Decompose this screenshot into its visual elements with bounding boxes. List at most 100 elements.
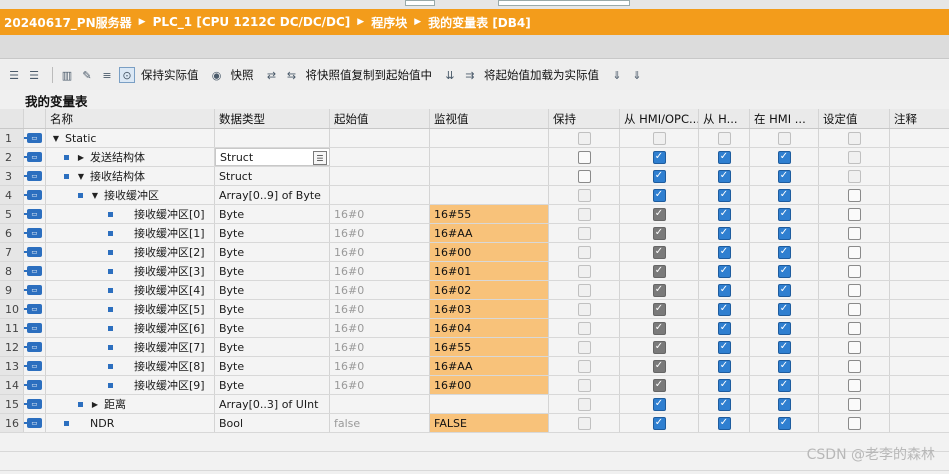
comment-cell[interactable] — [890, 300, 949, 318]
hmi-from-checkbox[interactable]: ✓ — [717, 226, 731, 240]
comment-cell[interactable] — [890, 338, 949, 356]
add-row-icon[interactable]: ☰ — [26, 67, 42, 83]
hmi-in-checkbox[interactable]: ✓ — [777, 302, 791, 316]
name-cell[interactable]: ▼ Static — [46, 129, 215, 147]
hmi-opc-checkbox[interactable]: ✓ — [652, 264, 666, 278]
datatype-cell[interactable]: Array[0..9] of Byte — [215, 186, 330, 204]
name-cell[interactable]: 接收缓冲区[6] — [46, 319, 215, 337]
comment-cell[interactable] — [890, 186, 949, 204]
setpoint-checkbox[interactable] — [847, 131, 861, 145]
table-row[interactable]: 4 ▭ ▼ 接收缓冲区 Array[0..9] of Byte ✓ ✓ ✓ — [0, 186, 949, 205]
hmi-in-checkbox[interactable]: ✓ — [777, 359, 791, 373]
name-cell[interactable]: 接收缓冲区[1] — [46, 224, 215, 242]
retain-checkbox[interactable] — [577, 340, 591, 354]
datatype-cell[interactable]: Byte — [215, 300, 330, 318]
datatype-cell[interactable]: Bool — [215, 414, 330, 432]
setpoint-checkbox[interactable] — [847, 378, 861, 392]
retain-checkbox[interactable] — [577, 321, 591, 335]
name-cell[interactable]: ▼ 接收结构体 — [46, 167, 215, 185]
table-row[interactable]: 14 ▭ 接收缓冲区[9] Byte 16#0 16#00 ✓ ✓ ✓ — [0, 376, 949, 395]
header-comment[interactable]: 注释 — [890, 109, 949, 128]
hmi-in-checkbox[interactable]: ✓ — [777, 245, 791, 259]
copy-alt-icon[interactable]: ⇆ — [284, 67, 300, 83]
header-monitor-value[interactable]: 监视值 — [430, 109, 549, 128]
setpoint-checkbox[interactable] — [847, 283, 861, 297]
struct-browse-icon[interactable]: ☰ — [313, 151, 327, 165]
retain-checkbox[interactable] — [577, 302, 591, 316]
hmi-from-checkbox[interactable] — [717, 131, 731, 145]
search-input[interactable] — [498, 0, 630, 6]
hmi-opc-checkbox[interactable]: ✓ — [652, 226, 666, 240]
insert-row-icon[interactable]: ☰ — [6, 67, 22, 83]
header-setpoint[interactable]: 设定值 — [819, 109, 890, 128]
name-cell[interactable]: 接收缓冲区[7] — [46, 338, 215, 356]
hmi-from-checkbox[interactable]: ✓ — [717, 321, 731, 335]
datatype-cell[interactable]: Array[0..3] of UInt — [215, 395, 330, 413]
hmi-from-checkbox[interactable]: ✓ — [717, 169, 731, 183]
setpoint-checkbox[interactable] — [847, 150, 861, 164]
comment-cell[interactable] — [890, 414, 949, 432]
setpoint-checkbox[interactable] — [847, 226, 861, 240]
list-icon[interactable]: ≡ — [99, 67, 115, 83]
table-row[interactable]: 10 ▭ 接收缓冲区[5] Byte 16#0 16#03 ✓ ✓ ✓ — [0, 300, 949, 319]
retain-checkbox[interactable] — [577, 150, 591, 164]
start-value-cell[interactable]: 16#0 — [330, 357, 430, 375]
datatype-cell[interactable]: Struct — [215, 167, 330, 185]
start-value-cell[interactable]: 16#0 — [330, 224, 430, 242]
table-row[interactable]: 6 ▭ 接收缓冲区[1] Byte 16#0 16#AA ✓ ✓ ✓ — [0, 224, 949, 243]
retain-checkbox[interactable] — [577, 359, 591, 373]
table-row[interactable]: 13 ▭ 接收缓冲区[8] Byte 16#0 16#AA ✓ ✓ ✓ — [0, 357, 949, 376]
name-cell[interactable]: 接收缓冲区[2] — [46, 243, 215, 261]
hmi-in-checkbox[interactable]: ✓ — [777, 283, 791, 297]
retain-checkbox[interactable] — [577, 378, 591, 392]
start-value-cell[interactable]: 16#0 — [330, 376, 430, 394]
name-cell[interactable]: 接收缓冲区[3] — [46, 262, 215, 280]
hmi-in-checkbox[interactable]: ✓ — [777, 397, 791, 411]
table-row[interactable]: 1 ▭ ▼ Static — [0, 129, 949, 148]
setpoint-checkbox[interactable] — [847, 340, 861, 354]
datatype-cell[interactable]: Byte — [215, 319, 330, 337]
start-value-cell[interactable]: 16#0 — [330, 262, 430, 280]
start-value-cell[interactable]: false — [330, 414, 430, 432]
load-icon[interactable]: ⇊ — [442, 67, 458, 83]
hmi-opc-checkbox[interactable]: ✓ — [652, 150, 666, 164]
hmi-opc-checkbox[interactable]: ✓ — [652, 397, 666, 411]
snapshot-button[interactable]: 快照 — [231, 67, 254, 83]
datatype-cell[interactable]: Byte — [215, 338, 330, 356]
hmi-from-checkbox[interactable]: ✓ — [717, 378, 731, 392]
comment-cell[interactable] — [890, 205, 949, 223]
comment-cell[interactable] — [890, 376, 949, 394]
retain-checkbox[interactable] — [577, 188, 591, 202]
hmi-opc-checkbox[interactable]: ✓ — [652, 283, 666, 297]
retain-checkbox[interactable] — [577, 207, 591, 221]
hmi-from-checkbox[interactable]: ✓ — [717, 245, 731, 259]
retain-checkbox[interactable] — [577, 283, 591, 297]
comment-cell[interactable] — [890, 357, 949, 375]
comment-cell[interactable] — [890, 129, 949, 147]
hmi-from-checkbox[interactable]: ✓ — [717, 302, 731, 316]
start-value-cell[interactable] — [330, 129, 430, 147]
load-start-button[interactable]: 将起始值加载为实际值 — [484, 67, 599, 83]
hmi-in-checkbox[interactable]: ✓ — [777, 264, 791, 278]
datatype-cell[interactable]: Byte — [215, 262, 330, 280]
header-hmi-from[interactable]: 从 H... — [699, 109, 750, 128]
table-row[interactable]: 9 ▭ 接收缓冲区[4] Byte 16#0 16#02 ✓ ✓ ✓ — [0, 281, 949, 300]
hmi-in-checkbox[interactable]: ✓ — [777, 188, 791, 202]
hmi-opc-checkbox[interactable]: ✓ — [652, 302, 666, 316]
hmi-opc-checkbox[interactable]: ✓ — [652, 245, 666, 259]
retain-icon[interactable]: ▥ — [59, 67, 75, 83]
retain-checkbox[interactable] — [577, 264, 591, 278]
name-cell[interactable]: 接收缓冲区[9] — [46, 376, 215, 394]
hmi-opc-checkbox[interactable]: ✓ — [652, 378, 666, 392]
table-row[interactable]: 11 ▭ 接收缓冲区[6] Byte 16#0 16#04 ✓ ✓ ✓ — [0, 319, 949, 338]
name-cell[interactable]: 接收缓冲区[0] — [46, 205, 215, 223]
download-icon[interactable]: ⇓ — [609, 67, 625, 83]
datatype-cell[interactable]: Struct ☰ — [215, 148, 330, 166]
setpoint-checkbox[interactable] — [847, 264, 861, 278]
header-datatype[interactable]: 数据类型 — [215, 109, 330, 128]
table-row[interactable]: 2 ▭ ▶ 发送结构体 Struct ☰ ✓ ✓ ✓ — [0, 148, 949, 167]
comment-cell[interactable] — [890, 167, 949, 185]
setpoint-checkbox[interactable] — [847, 397, 861, 411]
header-retain[interactable]: 保持 — [549, 109, 620, 128]
breadcrumb-blocks[interactable]: 程序块 — [371, 14, 407, 31]
